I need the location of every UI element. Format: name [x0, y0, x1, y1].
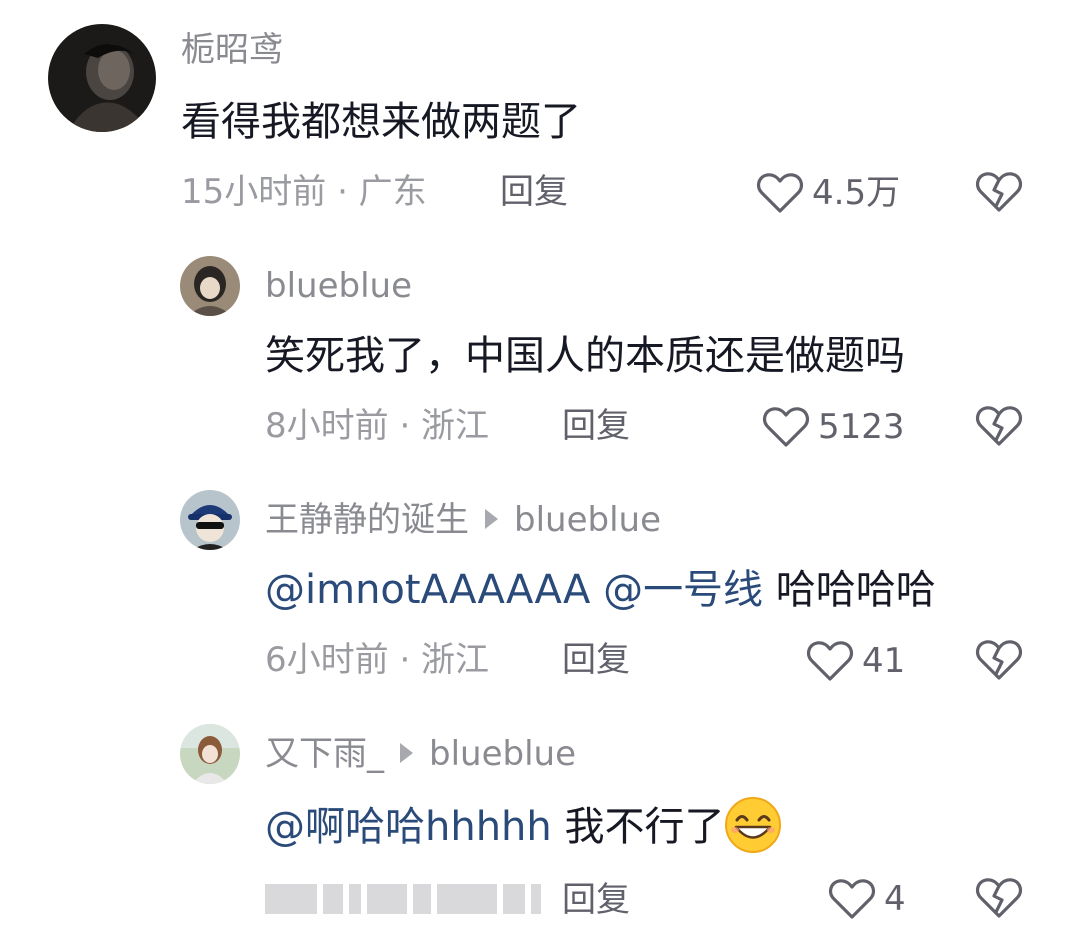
heart-icon: [828, 879, 876, 919]
reply-button[interactable]: 回复: [562, 406, 630, 446]
broken-heart-icon: [975, 406, 1023, 446]
reply-button[interactable]: 回复: [500, 172, 568, 212]
mention-link[interactable]: @啊哈哈hhhhh: [265, 804, 552, 850]
girl-portrait-avatar-icon: [180, 256, 240, 316]
avatar[interactable]: [180, 724, 240, 784]
like-count: 4.5万: [812, 173, 901, 213]
comment-body: 哈哈哈哈: [775, 567, 936, 613]
reply-button[interactable]: 回复: [562, 640, 630, 680]
reply-button[interactable]: 回复: [562, 880, 630, 920]
comment-text: 笑死我了，中国人的本质还是做题吗: [265, 333, 905, 379]
comment-time-location: 6小时前 · 浙江: [265, 640, 490, 680]
comment-text: 看得我都想来做两题了: [181, 99, 581, 145]
dislike-button[interactable]: [975, 404, 1023, 448]
dark-portrait-avatar-icon: [48, 24, 156, 132]
avatar[interactable]: [48, 24, 156, 132]
comment-time-location: 8小时前 · 浙江: [265, 406, 490, 446]
blurred-time-location: [265, 884, 541, 914]
dislike-button[interactable]: [975, 170, 1023, 214]
broken-heart-icon: [975, 878, 1023, 918]
dislike-button[interactable]: [975, 638, 1023, 682]
heart-icon: [762, 407, 810, 447]
heart-icon: [806, 641, 854, 681]
comment-body: 我不行了: [564, 804, 725, 850]
like-button[interactable]: 4: [828, 874, 906, 924]
avatar[interactable]: [180, 256, 240, 316]
like-button[interactable]: 5123: [762, 402, 905, 452]
heart-icon: [756, 173, 804, 213]
reply-arrow-icon: [485, 508, 498, 529]
comment-author[interactable]: blueblue: [265, 266, 412, 306]
grinning-face-emoji-icon: [725, 797, 782, 853]
like-count: 41: [862, 641, 906, 681]
mention-link[interactable]: @一号线: [603, 567, 763, 613]
like-button[interactable]: 4.5万: [756, 168, 900, 218]
like-count: 5123: [818, 407, 905, 447]
reply-to-name[interactable]: blueblue: [429, 734, 576, 774]
comment-text: @啊哈哈hhhhh 我不行了: [265, 797, 782, 858]
girl-outdoor-avatar-icon: [180, 724, 240, 784]
comment-author-name[interactable]: 王静静的诞生: [265, 500, 469, 540]
comment-author: 又下雨_ blueblue: [265, 734, 576, 774]
reply-arrow-icon: [400, 742, 413, 763]
dislike-button[interactable]: [975, 876, 1023, 920]
reply-to-name[interactable]: blueblue: [514, 500, 661, 540]
like-button[interactable]: 41: [806, 636, 905, 686]
avatar[interactable]: [180, 490, 240, 550]
comment-author-name[interactable]: 又下雨_: [265, 734, 384, 774]
cap-sunglasses-avatar-icon: [180, 490, 240, 550]
mention-link[interactable]: @imnotAAAAAA: [265, 567, 590, 613]
broken-heart-icon: [975, 640, 1023, 680]
comment-time-location: 15小时前 · 广东: [181, 172, 427, 212]
like-count: 4: [884, 879, 906, 919]
comment-text: @imnotAAAAAA @一号线 哈哈哈哈: [265, 566, 936, 614]
comment-author: 王静静的诞生 blueblue: [265, 500, 661, 540]
comment-author[interactable]: 栀昭鸢: [181, 30, 283, 70]
broken-heart-icon: [975, 172, 1023, 212]
